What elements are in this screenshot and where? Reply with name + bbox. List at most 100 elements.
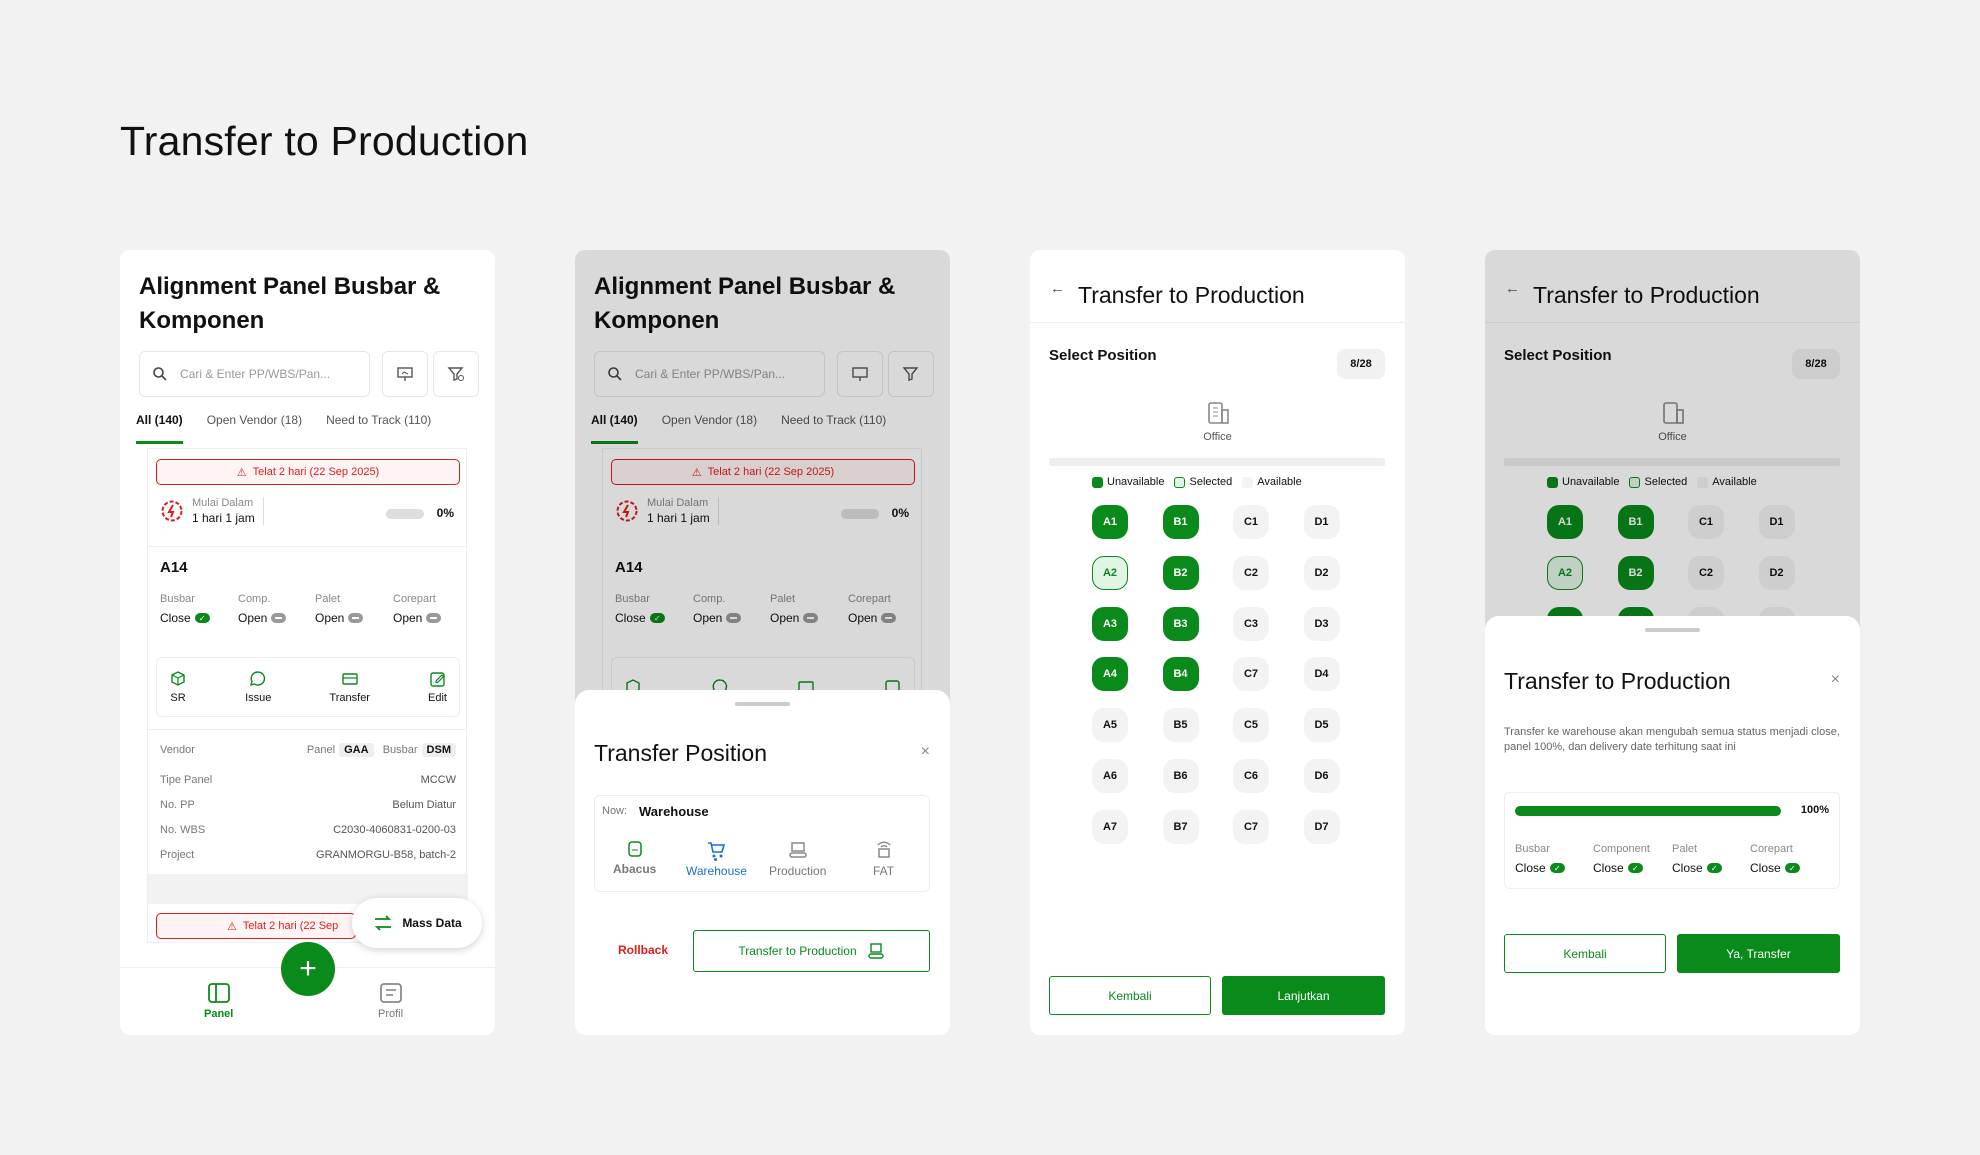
stage-production[interactable]: Production (769, 840, 826, 878)
building-icon (1207, 402, 1229, 424)
seat-b2[interactable]: B2 (1162, 555, 1199, 590)
transfer-button[interactable]: Transfer (329, 670, 370, 704)
page-title: Transfer to Production (120, 118, 529, 164)
start-label: Mulai Dalam (192, 497, 254, 509)
transfer-to-production-button[interactable]: Transfer to Production (693, 930, 930, 972)
seat-d3[interactable]: D3 (1303, 606, 1340, 641)
stage-fat[interactable]: FAT (873, 840, 894, 878)
confirm-transfer-screen: ← Transfer to Production Select Position… (1485, 250, 1860, 1035)
tab-all[interactable]: All (140) (136, 413, 183, 444)
card-actions: SR Issue Transfer Edit (156, 657, 460, 717)
seat-b3[interactable]: B3 (1162, 606, 1199, 641)
seat-d2[interactable]: D2 (1303, 555, 1340, 590)
back-arrow-icon[interactable]: ← (1050, 280, 1065, 297)
back-button[interactable]: Kembali (1049, 976, 1211, 1015)
presentation-button[interactable] (382, 351, 428, 397)
seat-b4[interactable]: B4 (1162, 657, 1199, 692)
nav-panel[interactable]: Panel (204, 982, 233, 1020)
seat-c7[interactable]: C7 (1233, 809, 1269, 844)
position-box: Now: Warehouse Abacus Warehouse Producti… (594, 795, 930, 892)
seat-a4[interactable]: A4 (1092, 657, 1128, 692)
seat-a6[interactable]: A6 (1092, 759, 1128, 793)
detail-row: No. WBS C2030-4060831-0200-03 (160, 824, 456, 836)
profile-card-icon (379, 983, 402, 1003)
chat-icon (250, 671, 266, 687)
confirm-transfer-button[interactable]: Ya, Transfer (1677, 934, 1840, 973)
seat-b6[interactable]: B6 (1162, 759, 1199, 793)
seat-d5[interactable]: D5 (1303, 708, 1340, 743)
search-input[interactable]: Cari & Enter PP/WBS/Pan... (139, 351, 370, 397)
edit-button[interactable]: Edit (428, 670, 447, 704)
detail-row: Project GRANMORGU-B58, batch-2 (160, 849, 456, 861)
seat-b5[interactable]: B5 (1162, 708, 1199, 743)
seat-a2[interactable]: A2 (1092, 555, 1128, 590)
warning-icon: ⚠ (236, 466, 247, 479)
transfer-icon (341, 673, 358, 685)
continue-button[interactable]: Lanjutkan (1222, 976, 1385, 1015)
check-icon: ✓ (1549, 863, 1565, 873)
close-icon[interactable]: × (921, 743, 930, 761)
search-placeholder: Cari & Enter PP/WBS/Pan... (180, 367, 331, 381)
panel-list-screen: Alignment Panel Busbar & Komponen Cari &… (120, 250, 495, 1035)
back-button[interactable]: Kembali (1504, 934, 1666, 973)
seat-a5[interactable]: A5 (1092, 708, 1128, 743)
seat-d1[interactable]: D1 (1303, 505, 1340, 539)
status-comp: Comp. Open (238, 593, 287, 625)
tab-need-to-track[interactable]: Need to Track (110) (326, 413, 431, 444)
close-icon[interactable]: × (1831, 671, 1840, 689)
seat-c2[interactable]: C2 (1233, 555, 1269, 590)
seat-b7[interactable]: B7 (1162, 809, 1199, 844)
header-title: Transfer to Production (1078, 282, 1305, 308)
seat-d7[interactable]: D7 (1303, 809, 1340, 844)
confirm-sheet: Transfer to Production × Transfer ke war… (1485, 616, 1860, 1035)
add-button[interactable]: + (281, 942, 335, 996)
nav-profil[interactable]: Profil (378, 982, 403, 1020)
status-corepart: Corepart Open (393, 593, 442, 625)
check-icon: ✓ (1627, 863, 1643, 873)
seat-c7[interactable]: C7 (1233, 657, 1269, 692)
panel-card[interactable]: ⚠ Telat 2 hari (22 Sep 2025) Mulai Dalam… (147, 448, 468, 943)
stage-abacus[interactable]: Abacus (613, 840, 656, 876)
device-icon (627, 841, 642, 857)
status-palet: Palet Open (315, 593, 364, 625)
edit-icon (429, 672, 445, 687)
panel-icon (207, 983, 230, 1003)
seat-c3[interactable]: C3 (1233, 606, 1269, 641)
seat-c5[interactable]: C5 (1233, 708, 1269, 743)
tab-open-vendor[interactable]: Open Vendor (18) (207, 413, 302, 444)
seat-a3[interactable]: A3 (1092, 606, 1128, 641)
sheet-handle[interactable] (1645, 628, 1700, 632)
office-marker: Office (1030, 400, 1405, 443)
selection-count: 8/28 (1337, 349, 1385, 379)
filter-button[interactable] (433, 351, 479, 397)
section-title: Select Position (1049, 347, 1157, 364)
seat-a7[interactable]: A7 (1092, 809, 1128, 844)
start-value: 1 hari 1 jam (192, 511, 255, 525)
seat-c1[interactable]: C1 (1233, 505, 1269, 539)
sheet-title: Transfer to Production (1504, 668, 1731, 694)
presentation-icon (397, 367, 413, 381)
transfer-position-sheet: Transfer Position × Now: Warehouse Abacu… (575, 690, 950, 1035)
rollback-button[interactable]: Rollback (618, 943, 668, 957)
filter-icon (447, 367, 464, 381)
issue-button[interactable]: Issue (245, 670, 271, 704)
seat-d4[interactable]: D4 (1303, 657, 1340, 692)
seat-d6[interactable]: D6 (1303, 759, 1340, 793)
seat-a1[interactable]: A1 (1092, 505, 1128, 539)
check-icon: ✓ (194, 613, 210, 623)
seat-c6[interactable]: C6 (1233, 759, 1269, 793)
seat-b1[interactable]: B1 (1162, 505, 1199, 539)
power-timer-icon (161, 500, 183, 522)
signal-tower-icon (877, 841, 891, 858)
sr-button[interactable]: SR (169, 670, 187, 704)
mass-data-button[interactable]: Mass Data (352, 898, 482, 948)
progress-bar (386, 509, 424, 519)
sheet-handle[interactable] (735, 702, 790, 706)
progress-box: 100% Busbar Close ✓ Component Close ✓ Palet C… (1504, 792, 1840, 889)
start-timer: Mulai Dalam 1 hari 1 jam (160, 497, 264, 525)
app-header: ← Transfer to Production (1030, 250, 1405, 323)
seat-legend: Unavailable Selected Available (1092, 476, 1302, 488)
box-add-icon (171, 671, 185, 686)
divider (1049, 458, 1385, 466)
late-banner: ⚠ Telat 2 hari (22 Sep (156, 913, 356, 939)
